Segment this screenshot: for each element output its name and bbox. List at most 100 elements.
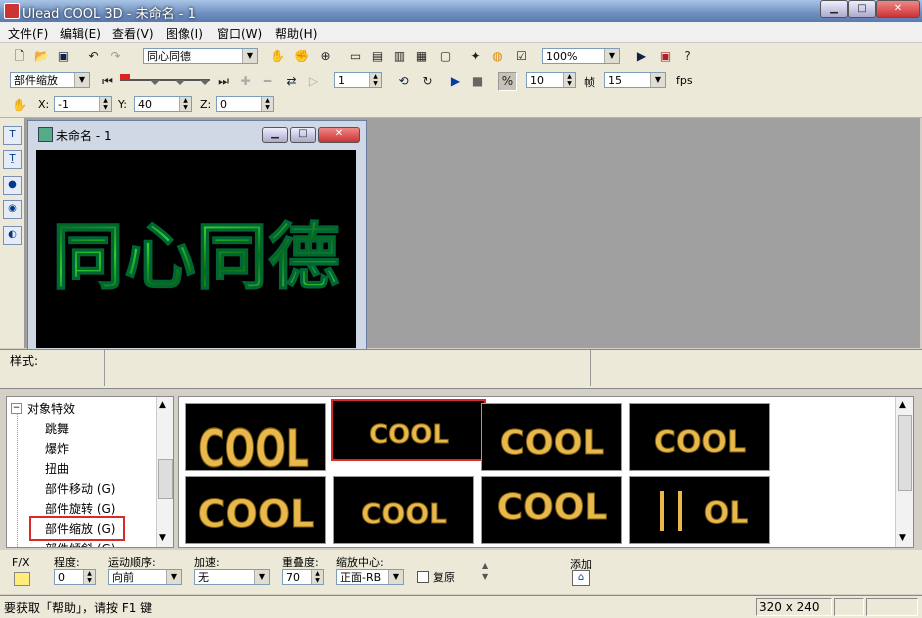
tree-item-part-tilt[interactable]: 部件倾斜 (G) (45, 540, 115, 547)
rotate-hand-icon[interactable]: ✊ (292, 47, 311, 66)
minimize-button[interactable]: ▁ (820, 0, 848, 18)
select-object-icon[interactable]: ◉ (3, 200, 22, 219)
tree-scroll-thumb[interactable] (158, 459, 173, 499)
accel-combo[interactable]: 无 ▼ (194, 569, 270, 585)
render-canvas[interactable]: 同心同德 (36, 150, 356, 348)
first-frame-icon[interactable]: ⏮ (98, 72, 117, 91)
order-combo[interactable]: 向前 ▼ (108, 569, 182, 585)
view-box-icon[interactable]: ▢ (436, 47, 455, 66)
light-icon[interactable]: ✦ (466, 47, 485, 66)
fit-object-icon[interactable]: ⊕ (316, 47, 335, 66)
preset-thumbnail[interactable]: OL (629, 476, 770, 544)
close-button[interactable]: ✕ (876, 0, 920, 18)
shape-tool-icon[interactable]: ◐ (3, 226, 22, 245)
tree-item-dance[interactable]: 跳舞 (45, 420, 69, 437)
tree-scrollbar[interactable]: ▲ ▼ (156, 397, 173, 547)
preset-thumbnail[interactable]: COOL (331, 399, 486, 461)
preset-thumbnail[interactable]: COOL (185, 476, 326, 544)
gallery-scroll-thumb[interactable] (898, 415, 912, 491)
gallery-scroll-up-icon[interactable]: ▲ (899, 400, 906, 410)
insert-shape-icon[interactable]: ● (3, 176, 22, 195)
preset-thumbnail[interactable]: COOL (185, 403, 326, 471)
tree-item-twist[interactable]: 扭曲 (45, 460, 69, 477)
view-front-icon[interactable]: ▭ (346, 47, 365, 66)
restore-checkbox[interactable] (417, 571, 429, 583)
x-value: -1 (58, 98, 69, 111)
menu-view[interactable]: 查看(V) (112, 25, 154, 42)
menu-window[interactable]: 窗口(W) (217, 25, 262, 42)
reverse-icon[interactable]: ⇄ (282, 72, 301, 91)
menu-edit[interactable]: 编辑(E) (60, 25, 101, 42)
remove-keyframe-icon[interactable]: ━ (258, 72, 277, 91)
globe-icon[interactable]: ◍ (488, 47, 507, 66)
refresh-icon[interactable]: ↻ (418, 72, 437, 91)
doc-minimize-button[interactable]: ▁ (262, 127, 288, 143)
zoom-combo[interactable]: 100% ▼ (542, 48, 620, 64)
insert-text-icon[interactable]: T (3, 126, 22, 145)
add-preset-icon[interactable]: ⌂ (572, 570, 590, 586)
preset-thumbnail[interactable]: COOL (481, 476, 622, 544)
undo-icon[interactable]: ↶ (84, 47, 103, 66)
edit-texture-icon[interactable]: ☑ (512, 47, 531, 66)
tree-item-explode[interactable]: 爆炸 (45, 440, 69, 457)
preset-thumbnail[interactable]: COOL (333, 476, 474, 544)
x-input[interactable]: -1 ▲ ▼ (54, 96, 112, 112)
next-keyframe-icon[interactable]: ▷ (304, 72, 323, 91)
menu-file[interactable]: 文件(F) (8, 25, 48, 42)
effect-combo[interactable]: 部件缩放 ▼ (10, 72, 90, 88)
tree-item-part-move[interactable]: 部件移动 (G) (45, 480, 115, 497)
preset-thumbnail[interactable]: COOL (629, 403, 770, 471)
gallery-scrollbar[interactable]: ▲ ▼ (895, 397, 913, 547)
timeline-slider[interactable] (120, 74, 210, 86)
tree-item-part-rotate[interactable]: 部件旋转 (G) (45, 500, 115, 517)
snapshot-icon[interactable]: ▣ (656, 47, 675, 66)
x-label: X: (38, 98, 50, 111)
app-icon (4, 3, 20, 19)
tree-root[interactable]: 对象特效 (27, 400, 75, 417)
thumbnail-bar (678, 491, 682, 531)
order-label: 运动顺序: (108, 556, 156, 569)
percent-icon[interactable]: % (498, 72, 517, 91)
y-input[interactable]: 40 ▲ ▼ (134, 96, 192, 112)
edit-text-icon[interactable]: Ṯ (3, 150, 22, 169)
save-icon[interactable]: ▣ (54, 47, 73, 66)
help-pointer-icon[interactable]: ? (678, 47, 697, 66)
stop-icon[interactable]: ■ (468, 72, 487, 91)
last-frame-icon[interactable]: ⏭ (214, 72, 233, 91)
play-object-icon[interactable]: ▶ (632, 47, 651, 66)
preset-thumbnail[interactable]: COOL (481, 403, 622, 471)
tree-scroll-up-icon[interactable]: ▲ (159, 400, 166, 410)
play-icon[interactable]: ▶ (446, 72, 465, 91)
document-titlebar: 未命名 - 1 ▁ □ ✕ (32, 123, 362, 145)
params-scroll-icon[interactable]: ▲ ▼ (482, 560, 488, 582)
menu-image[interactable]: 图像(I) (166, 25, 203, 42)
redo-icon[interactable]: ↷ (106, 47, 125, 66)
animation-toolbar: 部件缩放 ▼ ⏮ ⏭ ✚ ━ ⇄ ▷ 1 ▲ ▼ ⟲ ↻ ▶ ■ % 10 ▲ ▼ 帧 1… (0, 68, 922, 94)
maximize-button[interactable]: □ (848, 0, 876, 18)
view-side-icon[interactable]: ▥ (390, 47, 409, 66)
position-hand-icon[interactable]: ✋ (10, 96, 29, 115)
fx-toggle-icon[interactable] (14, 572, 30, 586)
text-object-combo[interactable]: 同心同德 ▼ (143, 48, 258, 64)
add-keyframe-icon[interactable]: ✚ (236, 72, 255, 91)
overlap-input[interactable]: 70 ▲ ▼ (282, 569, 324, 585)
open-folder-icon[interactable]: 📂 (32, 47, 51, 66)
frames-spinner[interactable]: 10 ▲ ▼ (526, 72, 576, 88)
degree-input[interactable]: 0 ▲ ▼ (54, 569, 96, 585)
menu-help[interactable]: 帮助(H) (275, 25, 317, 42)
tree-item-part-scale[interactable]: 部件缩放 (G) (29, 516, 126, 541)
degree-value: 0 (58, 571, 65, 584)
hand-move-icon[interactable]: ✋ (268, 47, 287, 66)
center-combo[interactable]: 正面-RB ▼ (336, 569, 404, 585)
tree-scroll-down-icon[interactable]: ▼ (159, 533, 166, 543)
view-persp-icon[interactable]: ▦ (412, 47, 431, 66)
loop-icon[interactable]: ⟲ (394, 72, 413, 91)
gallery-scroll-down-icon[interactable]: ▼ (899, 533, 906, 543)
new-file-icon[interactable]: 🗋 (10, 47, 29, 66)
fps-combo[interactable]: 15 ▼ (604, 72, 666, 88)
doc-maximize-button[interactable]: □ (290, 127, 316, 143)
z-input[interactable]: 0 ▲ ▼ (216, 96, 274, 112)
view-top-icon[interactable]: ▤ (368, 47, 387, 66)
frame-spinner[interactable]: 1 ▲ ▼ (334, 72, 382, 88)
doc-close-button[interactable]: ✕ (318, 127, 360, 143)
